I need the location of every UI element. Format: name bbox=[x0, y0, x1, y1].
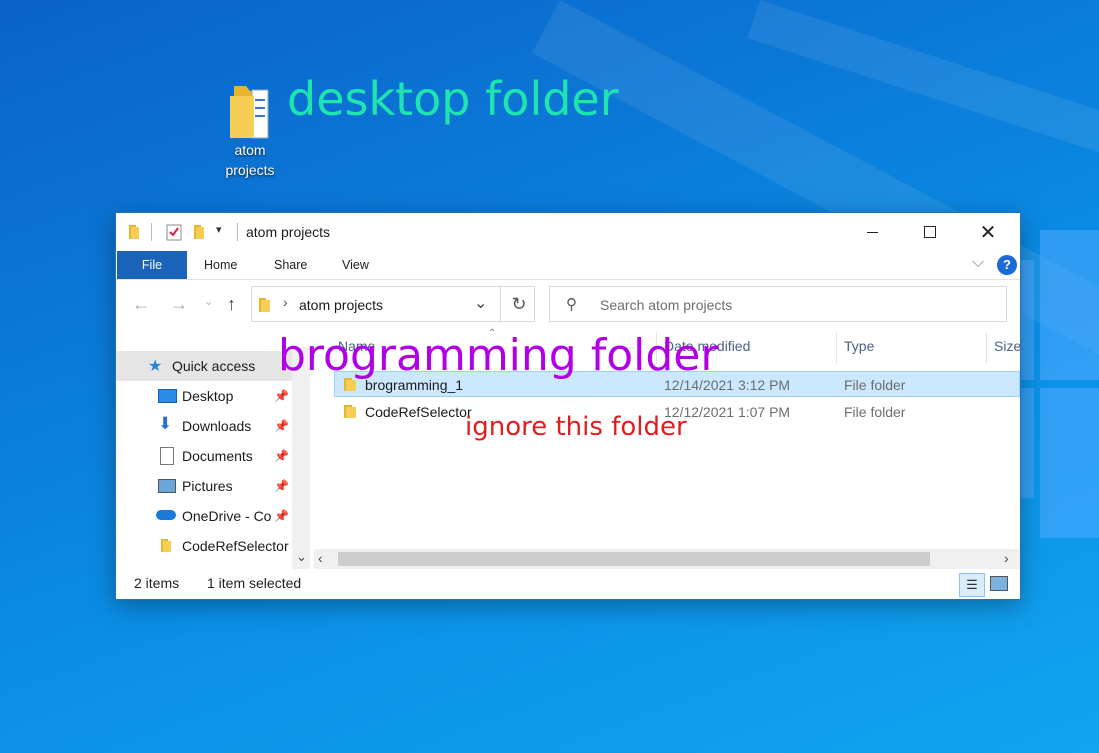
column-header-size[interactable]: Size bbox=[994, 338, 1021, 354]
folder-icon bbox=[230, 86, 269, 139]
column-separator[interactable] bbox=[986, 332, 987, 364]
search-box[interactable]: ⚲ Search atom projects bbox=[549, 286, 1007, 322]
properties-check-icon[interactable] bbox=[166, 223, 182, 241]
forward-arrow-icon[interactable]: → bbox=[170, 294, 188, 315]
horizontal-scrollbar[interactable]: ‹ › bbox=[314, 549, 1020, 569]
scrollbar-thumb[interactable] bbox=[338, 552, 930, 566]
star-icon: ★ bbox=[148, 358, 163, 375]
tab-home[interactable]: Home bbox=[204, 251, 237, 279]
column-separator[interactable] bbox=[836, 332, 837, 364]
minimize-icon bbox=[866, 231, 878, 233]
window-title: atom projects bbox=[246, 224, 331, 240]
status-bar: 2 items 1 item selected ☰ bbox=[116, 571, 1020, 599]
folder-icon bbox=[129, 225, 139, 239]
pin-icon[interactable]: 📌 bbox=[274, 449, 289, 463]
search-placeholder: Search atom projects bbox=[600, 297, 733, 313]
details-view-icon[interactable]: ☰ bbox=[959, 573, 985, 597]
ignore-folder-annotation: ignore this folder bbox=[465, 412, 687, 442]
address-bar[interactable]: › atom projects ⌄ bbox=[251, 286, 535, 322]
sidebar-item-label: OneDrive - Co bbox=[182, 508, 272, 524]
desktop-folder-annotation: desktop folder bbox=[287, 72, 619, 126]
desktop-icon-label-line1: atom bbox=[234, 142, 266, 158]
help-icon[interactable]: ? bbox=[997, 255, 1017, 275]
pictures-icon bbox=[158, 479, 176, 493]
sidebar-item-coderefselector[interactable]: CodeRefSelector bbox=[116, 531, 292, 561]
brogramming-folder-annotation: brogramming folder bbox=[278, 330, 719, 381]
sidebar-item-desktop[interactable]: Desktop 📌 bbox=[116, 381, 292, 411]
document-icon bbox=[160, 447, 174, 465]
separator bbox=[237, 223, 238, 241]
desktop-icon bbox=[158, 389, 177, 403]
item-count: 2 items bbox=[134, 575, 180, 591]
ribbon-tabs: File Home Share View ⌵ ? bbox=[116, 251, 1020, 280]
close-icon: ✕ bbox=[979, 221, 997, 244]
up-arrow-icon[interactable]: ↑ bbox=[227, 294, 236, 315]
refresh-icon: ↻ bbox=[511, 293, 527, 314]
maximize-button[interactable] bbox=[901, 213, 959, 251]
address-row: ← → ⌄ ↑ › atom projects ⌄ ↻ ⚲ Search ato… bbox=[116, 280, 1020, 328]
new-folder-icon[interactable] bbox=[193, 224, 205, 240]
desktop-folder-atom-projects[interactable]: atom projects bbox=[214, 82, 286, 180]
pin-icon[interactable]: 📌 bbox=[274, 479, 289, 493]
separator bbox=[151, 223, 152, 241]
folder-icon bbox=[161, 539, 171, 552]
scroll-right-icon[interactable]: › bbox=[1004, 550, 1009, 566]
file-type: File folder bbox=[844, 377, 906, 393]
back-arrow-icon[interactable]: ← bbox=[132, 294, 150, 315]
scroll-left-icon[interactable]: ‹ bbox=[318, 550, 323, 566]
customize-toolbar-chevron-icon[interactable]: ▾ bbox=[216, 223, 222, 236]
refresh-button[interactable]: ↻ bbox=[500, 286, 537, 322]
sidebar-item-label: CodeRefSelector bbox=[182, 538, 289, 554]
sidebar-item-documents[interactable]: Documents 📌 bbox=[116, 441, 292, 471]
tab-file[interactable]: File bbox=[117, 251, 187, 279]
address-path[interactable]: atom projects bbox=[299, 297, 383, 313]
search-icon: ⚲ bbox=[566, 296, 577, 313]
pin-icon[interactable]: 📌 bbox=[274, 419, 289, 433]
maximize-icon bbox=[924, 226, 936, 238]
tab-share[interactable]: Share bbox=[274, 251, 307, 279]
scroll-down-icon[interactable]: ⌄ bbox=[296, 549, 307, 565]
pin-icon[interactable]: 📌 bbox=[274, 389, 289, 403]
sidebar-item-downloads[interactable]: ⬇ Downloads 📌 bbox=[116, 411, 292, 441]
pin-icon[interactable]: 📌 bbox=[274, 509, 289, 523]
file-explorer-window: ▾ atom projects ✕ File Home Share View ⌵… bbox=[116, 213, 1021, 599]
sidebar-item-label: Quick access bbox=[172, 358, 256, 374]
file-type: File folder bbox=[844, 404, 906, 420]
selection-count: 1 item selected bbox=[207, 575, 302, 591]
large-icons-view-icon[interactable] bbox=[990, 576, 1008, 591]
file-name[interactable]: CodeRefSelector bbox=[365, 404, 472, 420]
tab-view[interactable]: View bbox=[342, 251, 369, 279]
download-icon: ⬇ bbox=[158, 414, 173, 433]
recent-locations-chevron-icon[interactable]: ⌄ bbox=[204, 295, 213, 308]
sidebar-item-pictures[interactable]: Pictures 📌 bbox=[116, 471, 292, 501]
column-header-type[interactable]: Type bbox=[844, 338, 874, 354]
cloud-icon bbox=[156, 510, 176, 520]
expand-ribbon-chevron-icon[interactable]: ⌵ bbox=[972, 254, 984, 272]
folder-icon bbox=[344, 405, 356, 418]
address-dropdown-chevron-icon[interactable]: ⌄ bbox=[474, 293, 487, 313]
breadcrumb-chevron-icon: › bbox=[283, 294, 288, 310]
desktop-icon-label-line2: projects bbox=[225, 162, 275, 178]
folder-icon bbox=[259, 298, 270, 312]
title-bar: ▾ atom projects ✕ bbox=[116, 213, 1020, 251]
sidebar-item-quick-access[interactable]: ★ Quick access bbox=[116, 351, 292, 381]
windows-logo-panes bbox=[1020, 220, 1099, 640]
sidebar-item-onedrive[interactable]: OneDrive - Co 📌 bbox=[116, 501, 292, 531]
minimize-button[interactable] bbox=[843, 213, 901, 251]
close-button[interactable]: ✕ bbox=[959, 213, 1017, 251]
